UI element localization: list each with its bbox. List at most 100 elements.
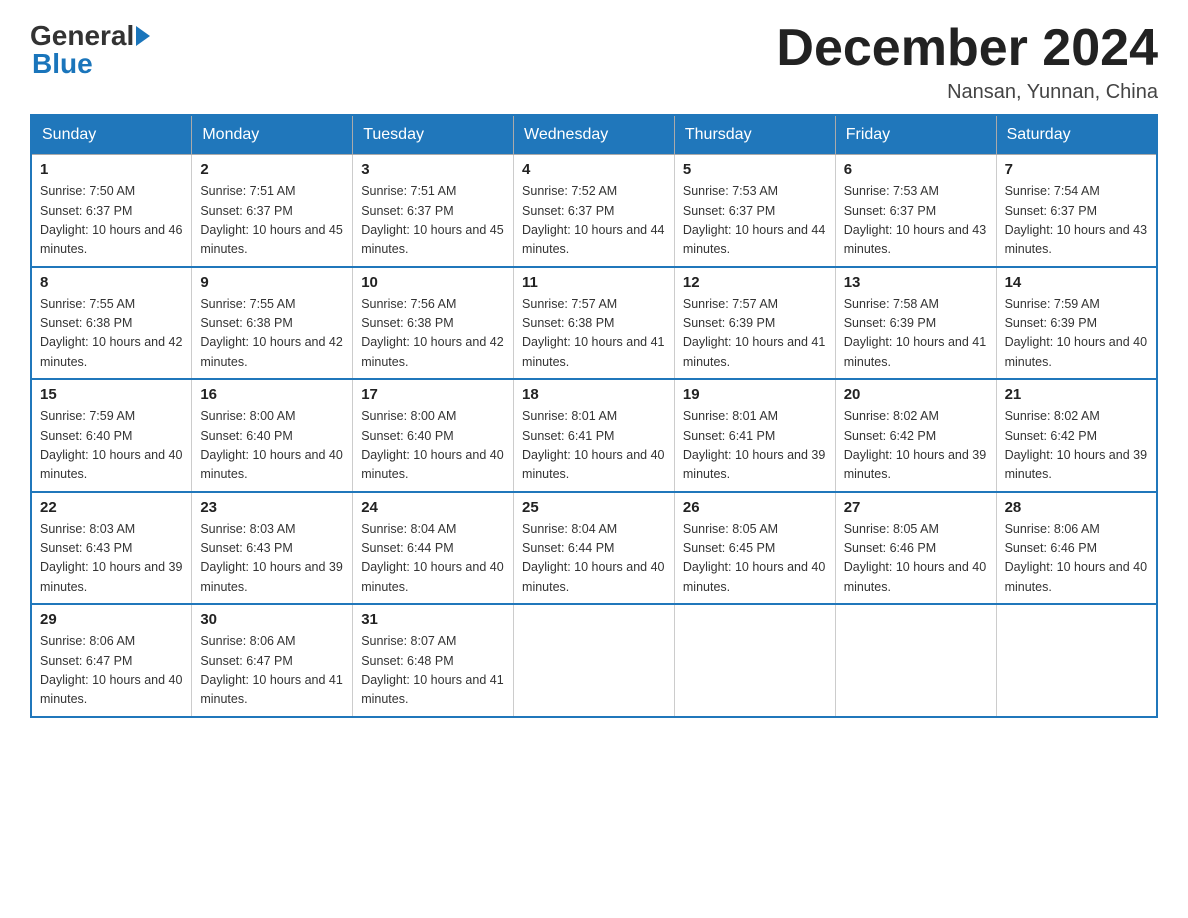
day-number: 22 (40, 499, 183, 516)
table-row: 13 Sunrise: 7:58 AM Sunset: 6:39 PM Dayl… (835, 267, 996, 380)
calendar-week-row: 8 Sunrise: 7:55 AM Sunset: 6:38 PM Dayli… (31, 267, 1157, 380)
calendar-table: Sunday Monday Tuesday Wednesday Thursday… (30, 114, 1158, 718)
table-row: 6 Sunrise: 7:53 AM Sunset: 6:37 PM Dayli… (835, 155, 996, 267)
day-info: Sunrise: 8:05 AM Sunset: 6:45 PM Dayligh… (683, 520, 827, 598)
table-row: 11 Sunrise: 7:57 AM Sunset: 6:38 PM Dayl… (514, 267, 675, 380)
day-info: Sunrise: 7:56 AM Sunset: 6:38 PM Dayligh… (361, 295, 505, 373)
day-number: 17 (361, 386, 505, 403)
day-number: 14 (1005, 274, 1148, 291)
logo-arrow-icon (136, 26, 150, 46)
day-number: 15 (40, 386, 183, 403)
day-info: Sunrise: 7:58 AM Sunset: 6:39 PM Dayligh… (844, 295, 988, 373)
day-number: 18 (522, 386, 666, 403)
day-info: Sunrise: 8:05 AM Sunset: 6:46 PM Dayligh… (844, 520, 988, 598)
day-number: 4 (522, 161, 666, 178)
table-row: 18 Sunrise: 8:01 AM Sunset: 6:41 PM Dayl… (514, 379, 675, 492)
day-info: Sunrise: 8:04 AM Sunset: 6:44 PM Dayligh… (361, 520, 505, 598)
day-info: Sunrise: 8:02 AM Sunset: 6:42 PM Dayligh… (844, 407, 988, 485)
day-number: 5 (683, 161, 827, 178)
table-row (996, 604, 1157, 717)
col-wednesday: Wednesday (514, 115, 675, 155)
col-tuesday: Tuesday (353, 115, 514, 155)
day-info: Sunrise: 7:57 AM Sunset: 6:38 PM Dayligh… (522, 295, 666, 373)
day-info: Sunrise: 7:53 AM Sunset: 6:37 PM Dayligh… (683, 182, 827, 260)
table-row (674, 604, 835, 717)
day-number: 30 (200, 611, 344, 628)
day-number: 8 (40, 274, 183, 291)
table-row: 15 Sunrise: 7:59 AM Sunset: 6:40 PM Dayl… (31, 379, 192, 492)
table-row: 16 Sunrise: 8:00 AM Sunset: 6:40 PM Dayl… (192, 379, 353, 492)
day-info: Sunrise: 8:04 AM Sunset: 6:44 PM Dayligh… (522, 520, 666, 598)
table-row: 3 Sunrise: 7:51 AM Sunset: 6:37 PM Dayli… (353, 155, 514, 267)
day-number: 13 (844, 274, 988, 291)
table-row: 20 Sunrise: 8:02 AM Sunset: 6:42 PM Dayl… (835, 379, 996, 492)
day-number: 31 (361, 611, 505, 628)
day-info: Sunrise: 7:55 AM Sunset: 6:38 PM Dayligh… (40, 295, 183, 373)
day-number: 27 (844, 499, 988, 516)
table-row: 4 Sunrise: 7:52 AM Sunset: 6:37 PM Dayli… (514, 155, 675, 267)
col-saturday: Saturday (996, 115, 1157, 155)
day-number: 1 (40, 161, 183, 178)
calendar-week-row: 1 Sunrise: 7:50 AM Sunset: 6:37 PM Dayli… (31, 155, 1157, 267)
location-subtitle: Nansan, Yunnan, China (776, 81, 1158, 104)
day-number: 9 (200, 274, 344, 291)
day-info: Sunrise: 8:02 AM Sunset: 6:42 PM Dayligh… (1005, 407, 1148, 485)
logo: General Blue (30, 20, 152, 80)
day-number: 26 (683, 499, 827, 516)
day-number: 10 (361, 274, 505, 291)
calendar-week-row: 29 Sunrise: 8:06 AM Sunset: 6:47 PM Dayl… (31, 604, 1157, 717)
day-info: Sunrise: 7:54 AM Sunset: 6:37 PM Dayligh… (1005, 182, 1148, 260)
table-row: 10 Sunrise: 7:56 AM Sunset: 6:38 PM Dayl… (353, 267, 514, 380)
day-info: Sunrise: 8:03 AM Sunset: 6:43 PM Dayligh… (200, 520, 344, 598)
table-row: 29 Sunrise: 8:06 AM Sunset: 6:47 PM Dayl… (31, 604, 192, 717)
col-sunday: Sunday (31, 115, 192, 155)
day-number: 29 (40, 611, 183, 628)
day-info: Sunrise: 7:55 AM Sunset: 6:38 PM Dayligh… (200, 295, 344, 373)
day-info: Sunrise: 8:06 AM Sunset: 6:47 PM Dayligh… (40, 632, 183, 710)
day-number: 21 (1005, 386, 1148, 403)
day-info: Sunrise: 8:01 AM Sunset: 6:41 PM Dayligh… (522, 407, 666, 485)
table-row: 8 Sunrise: 7:55 AM Sunset: 6:38 PM Dayli… (31, 267, 192, 380)
calendar-header-row: Sunday Monday Tuesday Wednesday Thursday… (31, 115, 1157, 155)
table-row: 5 Sunrise: 7:53 AM Sunset: 6:37 PM Dayli… (674, 155, 835, 267)
day-info: Sunrise: 7:57 AM Sunset: 6:39 PM Dayligh… (683, 295, 827, 373)
day-number: 3 (361, 161, 505, 178)
table-row: 1 Sunrise: 7:50 AM Sunset: 6:37 PM Dayli… (31, 155, 192, 267)
day-number: 7 (1005, 161, 1148, 178)
calendar-week-row: 22 Sunrise: 8:03 AM Sunset: 6:43 PM Dayl… (31, 492, 1157, 605)
table-row: 12 Sunrise: 7:57 AM Sunset: 6:39 PM Dayl… (674, 267, 835, 380)
day-number: 11 (522, 274, 666, 291)
day-number: 28 (1005, 499, 1148, 516)
table-row: 30 Sunrise: 8:06 AM Sunset: 6:47 PM Dayl… (192, 604, 353, 717)
day-info: Sunrise: 7:51 AM Sunset: 6:37 PM Dayligh… (361, 182, 505, 260)
table-row (514, 604, 675, 717)
day-info: Sunrise: 8:00 AM Sunset: 6:40 PM Dayligh… (361, 407, 505, 485)
day-info: Sunrise: 7:59 AM Sunset: 6:39 PM Dayligh… (1005, 295, 1148, 373)
day-number: 25 (522, 499, 666, 516)
table-row: 2 Sunrise: 7:51 AM Sunset: 6:37 PM Dayli… (192, 155, 353, 267)
table-row: 31 Sunrise: 8:07 AM Sunset: 6:48 PM Dayl… (353, 604, 514, 717)
day-info: Sunrise: 7:50 AM Sunset: 6:37 PM Dayligh… (40, 182, 183, 260)
day-info: Sunrise: 7:52 AM Sunset: 6:37 PM Dayligh… (522, 182, 666, 260)
table-row: 28 Sunrise: 8:06 AM Sunset: 6:46 PM Dayl… (996, 492, 1157, 605)
table-row: 26 Sunrise: 8:05 AM Sunset: 6:45 PM Dayl… (674, 492, 835, 605)
day-number: 19 (683, 386, 827, 403)
day-info: Sunrise: 7:53 AM Sunset: 6:37 PM Dayligh… (844, 182, 988, 260)
col-friday: Friday (835, 115, 996, 155)
day-number: 6 (844, 161, 988, 178)
table-row: 23 Sunrise: 8:03 AM Sunset: 6:43 PM Dayl… (192, 492, 353, 605)
table-row: 27 Sunrise: 8:05 AM Sunset: 6:46 PM Dayl… (835, 492, 996, 605)
table-row: 9 Sunrise: 7:55 AM Sunset: 6:38 PM Dayli… (192, 267, 353, 380)
title-block: December 2024 Nansan, Yunnan, China (776, 20, 1158, 104)
table-row: 17 Sunrise: 8:00 AM Sunset: 6:40 PM Dayl… (353, 379, 514, 492)
day-number: 23 (200, 499, 344, 516)
day-info: Sunrise: 7:59 AM Sunset: 6:40 PM Dayligh… (40, 407, 183, 485)
day-number: 24 (361, 499, 505, 516)
day-info: Sunrise: 8:06 AM Sunset: 6:47 PM Dayligh… (200, 632, 344, 710)
day-info: Sunrise: 8:00 AM Sunset: 6:40 PM Dayligh… (200, 407, 344, 485)
col-thursday: Thursday (674, 115, 835, 155)
day-info: Sunrise: 8:03 AM Sunset: 6:43 PM Dayligh… (40, 520, 183, 598)
day-number: 2 (200, 161, 344, 178)
day-info: Sunrise: 7:51 AM Sunset: 6:37 PM Dayligh… (200, 182, 344, 260)
table-row: 19 Sunrise: 8:01 AM Sunset: 6:41 PM Dayl… (674, 379, 835, 492)
